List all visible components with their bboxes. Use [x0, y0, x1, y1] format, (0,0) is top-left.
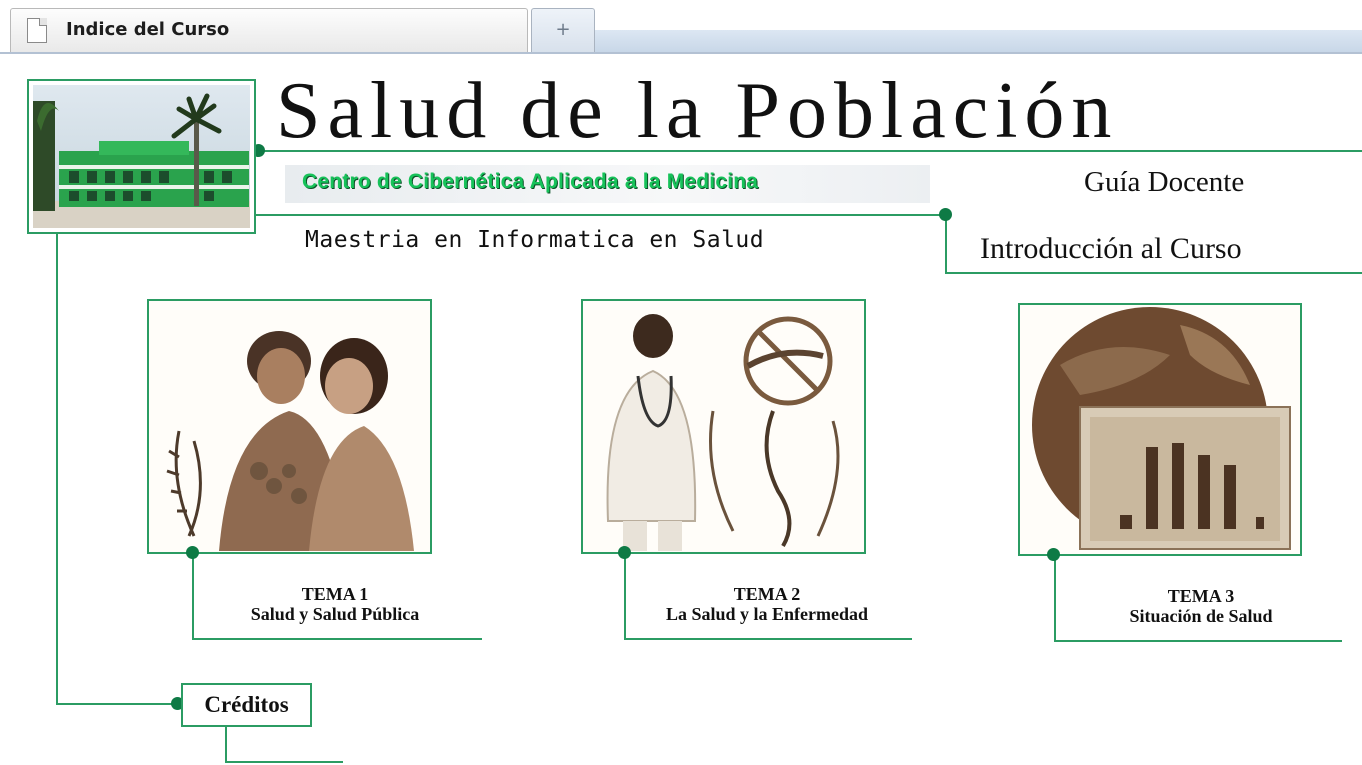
connector-dot — [186, 546, 199, 559]
connector-line — [945, 272, 1362, 274]
tema-1-image[interactable] — [147, 299, 432, 554]
program-name: Maestria en Informatica en Salud — [305, 227, 765, 253]
doctor-illustration — [583, 301, 864, 552]
tab-strip-background — [595, 30, 1362, 52]
intro-course-link[interactable]: Introducción al Curso — [980, 232, 1242, 266]
connector-line — [624, 552, 626, 640]
plus-icon: + — [555, 19, 571, 40]
connector-line — [256, 214, 946, 216]
tema-1-number: TEMA 1 — [301, 584, 369, 604]
couple-illustration — [149, 301, 430, 552]
page-icon — [27, 18, 47, 43]
building-photo — [33, 85, 250, 228]
connector-line — [56, 703, 182, 705]
connector-line — [56, 234, 58, 704]
building-logo-image[interactable] — [27, 79, 256, 234]
tema-3-title: Situación de Salud — [1129, 605, 1273, 626]
connector-line — [1054, 554, 1056, 642]
tema-3-image[interactable] — [1018, 303, 1302, 556]
browser-tab[interactable]: Indice del Curso — [10, 8, 528, 52]
tema-2-title: La Salud y la Enfermedad — [665, 603, 869, 624]
tema-3-link[interactable]: TEMA 3 Situación de Salud — [1070, 586, 1332, 627]
connector-line — [624, 638, 912, 640]
connector-dot — [939, 208, 952, 221]
connector-line — [225, 727, 227, 763]
connector-line — [1054, 640, 1342, 642]
connector-line — [192, 638, 482, 640]
tema-2-number: TEMA 2 — [733, 584, 801, 604]
connector-line — [225, 761, 343, 763]
creditos-button[interactable]: Créditos — [181, 683, 312, 727]
tab-strip-divider — [0, 52, 1362, 54]
tema-2-link[interactable]: TEMA 2 La Salud y la Enfermedad — [632, 584, 902, 625]
center-name: Centro de Cibernética Aplicada a la Medi… — [302, 170, 759, 193]
tema-3-number: TEMA 3 — [1167, 586, 1235, 606]
globe-chart-illustration — [1020, 305, 1300, 554]
page-title: Salud de la Población — [276, 67, 1119, 155]
new-tab-button[interactable]: + — [531, 8, 595, 52]
connector-line — [945, 214, 947, 274]
tema-1-link[interactable]: TEMA 1 Salud y Salud Pública — [203, 584, 467, 625]
tema-2-image[interactable] — [581, 299, 866, 554]
tab-title: Indice del Curso — [66, 19, 230, 40]
tema-1-title: Salud y Salud Pública — [250, 603, 420, 624]
browser-tab-bar: Indice del Curso + — [0, 0, 1362, 58]
guia-docente-link[interactable]: Guía Docente — [1084, 166, 1244, 199]
connector-dot — [1047, 548, 1060, 561]
connector-dot — [618, 546, 631, 559]
connector-line — [192, 552, 194, 640]
